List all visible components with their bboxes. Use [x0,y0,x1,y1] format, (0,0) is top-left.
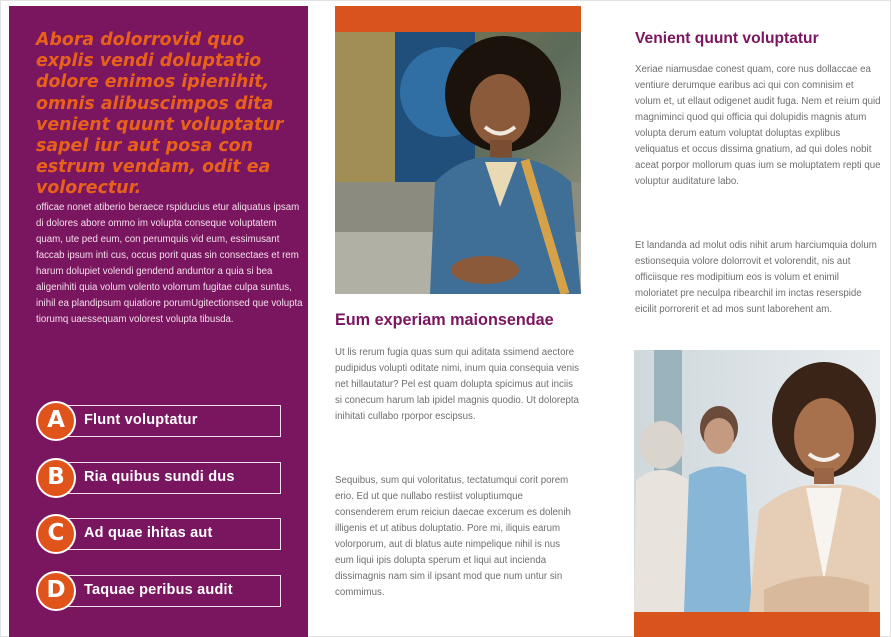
student-photo-icon [335,32,581,294]
middle-heading: Eum experiam maionsendae [335,311,554,329]
middle-paragraph-1: Ut lis rerum fugia quas sum qui aditata … [335,347,579,422]
option-a-label: Flunt voluptatur [84,412,198,428]
right-heading: Venient quunt voluptatur [635,30,819,47]
office-team-photo [634,350,880,612]
option-a[interactable]: A Flunt voluptatur [36,401,281,443]
option-d[interactable]: D Taquae peribus audit [36,571,281,613]
pull-quote: Abora dolorrovid quo explis vendi dolupt… [36,30,284,199]
option-c-badge: C [36,514,76,554]
option-b[interactable]: B Ria quibus sundi dus [36,458,281,500]
option-c[interactable]: C Ad quae ihitas aut [36,514,281,556]
middle-paragraph-2: Sequibus, sum qui voloritatus, tectatumq… [335,475,571,598]
middle-accent-bar [335,6,581,32]
left-body-text: officae nonet atiberio beraece rspiduciu… [36,202,303,325]
right-paragraph-1: Xeriae niamusdae conest quam, core nus d… [635,64,881,187]
student-photo [335,32,581,294]
option-d-label: Taquae peribus audit [84,582,233,598]
option-b-label: Ria quibus sundi dus [84,469,235,485]
option-a-badge: A [36,401,76,441]
option-d-badge: D [36,571,76,611]
office-team-photo-icon [634,350,880,612]
option-c-label: Ad quae ihitas aut [84,525,213,541]
right-paragraph-2: Et landanda ad molut odis nihit arum har… [635,240,877,315]
option-b-badge: B [36,458,76,498]
right-accent-bar [634,612,880,637]
